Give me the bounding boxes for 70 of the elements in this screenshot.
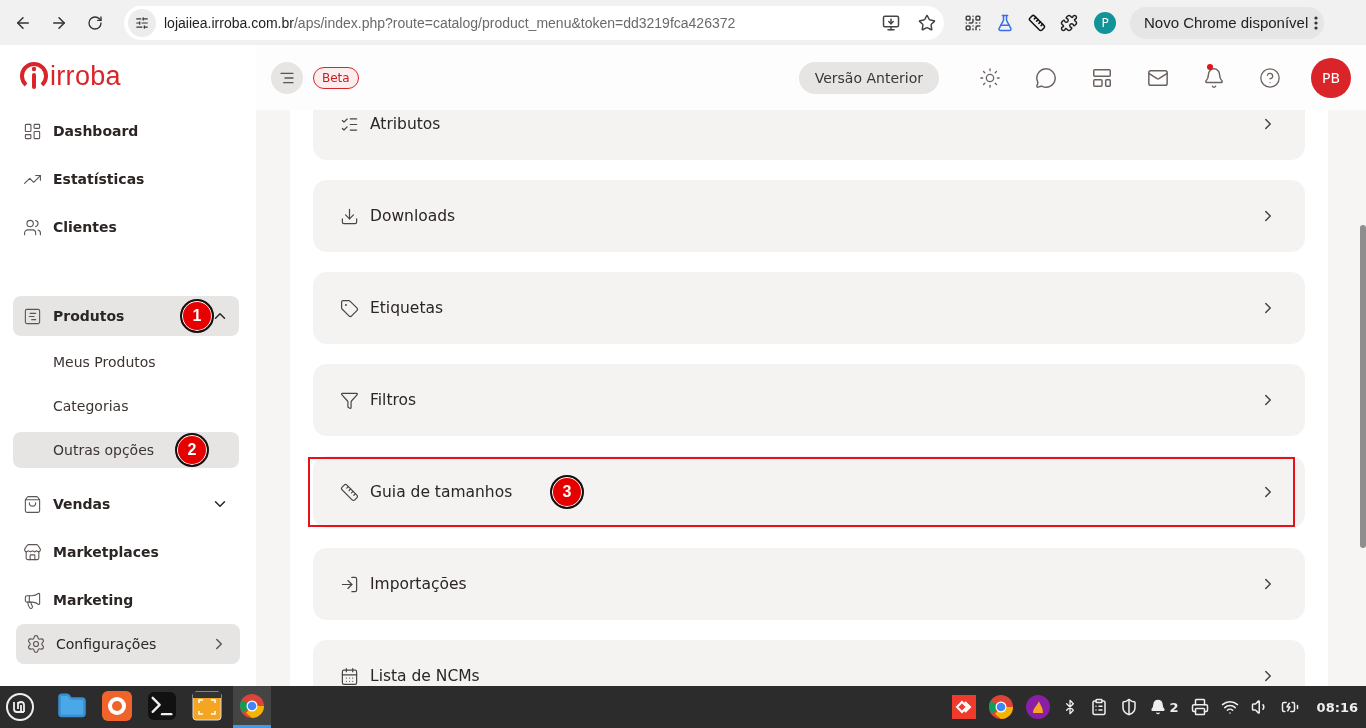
- profile-avatar[interactable]: P: [1094, 11, 1116, 34]
- download-icon: [340, 206, 359, 226]
- user-avatar[interactable]: PB: [1311, 57, 1351, 98]
- tag-icon: [340, 298, 359, 318]
- menu-card[interactable]: Atributos: [313, 110, 1305, 160]
- more-icon: [1314, 15, 1319, 30]
- star-icon[interactable]: [918, 13, 936, 32]
- megaphone-icon: [23, 590, 42, 610]
- sidebar-toggle-button[interactable]: [271, 61, 303, 94]
- sidebar-item[interactable]: Estatísticas: [13, 155, 239, 203]
- sidebar-item[interactable]: Dashboard: [13, 107, 239, 155]
- puzzle-icon[interactable]: [1060, 13, 1078, 32]
- previous-version-button[interactable]: Versão Anterior: [798, 61, 939, 94]
- dashboard-icon: [23, 121, 42, 141]
- chrome-icon: [239, 692, 265, 719]
- screenshot-icon: [192, 690, 222, 721]
- sun-icon: [979, 66, 1001, 89]
- sidebar-item[interactable]: Clientes: [13, 203, 239, 251]
- logo-text: irroba: [50, 60, 121, 92]
- menu-card[interactable]: Downloads: [313, 180, 1305, 252]
- sidebar-item[interactable]: Produtos 1: [13, 296, 239, 336]
- clock: 08:16: [1316, 699, 1358, 715]
- calendar-icon: [340, 666, 359, 686]
- menu-card[interactable]: Lista de NCMs: [313, 640, 1305, 686]
- flask-icon[interactable]: [996, 13, 1014, 32]
- submenu-item[interactable]: Meus Produtos: [13, 344, 239, 380]
- chat-bubble-icon: [1035, 66, 1057, 89]
- beta-badge: Beta: [313, 66, 359, 89]
- submenu-item[interactable]: Categorias: [13, 388, 239, 424]
- taskbar-app-button[interactable]: [233, 686, 271, 728]
- remote-desktop-icon[interactable]: [951, 695, 976, 719]
- wifi-icon[interactable]: [1220, 698, 1239, 716]
- chrome-icon: [987, 694, 1014, 720]
- sidebar-item[interactable]: Vendas: [13, 480, 239, 528]
- shield-icon[interactable]: [1119, 698, 1138, 716]
- users-icon: [23, 217, 42, 237]
- help-icon: [1259, 66, 1281, 89]
- address-bar[interactable]: lojaiiea.irroba.com.br/aps/index.php?route=catalog/product_menu&token=dd3219fca426372: [124, 5, 944, 40]
- qr-code-icon[interactable]: [964, 13, 982, 32]
- site-info-button[interactable]: [128, 8, 156, 37]
- store-icon: [23, 542, 42, 562]
- step-marker: 1: [180, 299, 214, 333]
- sidebar-item[interactable]: Marketplaces: [13, 528, 239, 576]
- filter-icon: [340, 390, 359, 410]
- menu-card[interactable]: Etiquetas: [313, 272, 1305, 344]
- logo-icon: [20, 61, 48, 91]
- step-marker: 2: [175, 433, 209, 467]
- sliders-icon: [135, 15, 149, 30]
- notification-count: 2: [1169, 699, 1179, 715]
- sidebar-item[interactable]: Marketing: [13, 576, 239, 619]
- enter-icon: [340, 574, 359, 594]
- install-icon[interactable]: [882, 13, 900, 32]
- menu-card[interactable]: Filtros: [313, 364, 1305, 436]
- menu-card[interactable]: Importações: [313, 548, 1305, 620]
- layout-icon: [1091, 66, 1113, 89]
- ruler-icon: [340, 482, 359, 502]
- scrollbar-thumb[interactable]: [1360, 225, 1366, 548]
- settings-icon: [26, 634, 46, 654]
- settings-button[interactable]: Configurações: [16, 624, 240, 664]
- bell-icon: [1203, 66, 1225, 89]
- bag-icon: [23, 494, 42, 514]
- notification-icon[interactable]: [1149, 699, 1166, 715]
- step-marker: 3: [550, 475, 584, 509]
- submenu-item[interactable]: Outras opções 2: [13, 432, 239, 468]
- clipboard-icon[interactable]: [1089, 698, 1108, 716]
- update-button[interactable]: Novo Chrome disponível: [1130, 6, 1325, 39]
- reload-icon: [87, 14, 103, 31]
- printer-icon[interactable]: [1190, 698, 1209, 716]
- terminal-icon: [148, 691, 176, 720]
- url-text: lojaiiea.irroba.com.br/aps/index.php?route=catalog/product_menu&token=dd3219fca426372: [164, 14, 737, 31]
